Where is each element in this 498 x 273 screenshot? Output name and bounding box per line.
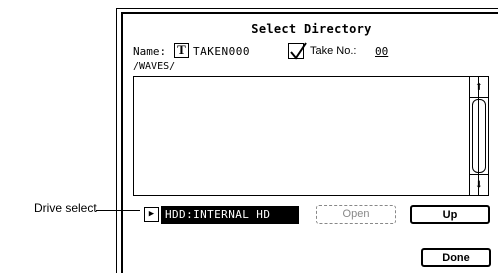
dialog-title: Select Directory <box>251 22 372 36</box>
drive-select-callout: Drive select <box>34 201 97 215</box>
scroll-down-icon[interactable]: ⬇ <box>470 174 488 195</box>
drive-select-field[interactable]: HDD:INTERNAL HD <box>161 206 299 224</box>
current-path: /WAVES/ <box>133 61 176 72</box>
scroll-track[interactable] <box>472 99 486 173</box>
select-directory-dialog: Select Directory Name: T TAKEN000 Take N… <box>121 12 498 273</box>
scroll-up-icon[interactable]: ⬆ <box>470 77 488 98</box>
done-button[interactable]: Done <box>421 248 491 267</box>
scrollbar[interactable]: ⬆ ⬇ <box>469 76 489 196</box>
drive-select-arrow-icon[interactable]: ▶ <box>144 207 159 222</box>
take-number-field[interactable]: 00 <box>375 45 388 58</box>
open-button[interactable]: Open <box>316 205 396 224</box>
directory-list[interactable] <box>133 76 479 196</box>
up-button[interactable]: Up <box>410 205 490 224</box>
name-field[interactable]: TAKEN000 <box>193 45 250 58</box>
name-label: Name: <box>133 45 167 58</box>
text-edit-icon[interactable]: T <box>174 43 189 58</box>
take-number-label: Take No.: <box>310 45 357 57</box>
take-number-checkbox[interactable] <box>288 42 307 60</box>
checkmark-icon <box>290 42 307 60</box>
